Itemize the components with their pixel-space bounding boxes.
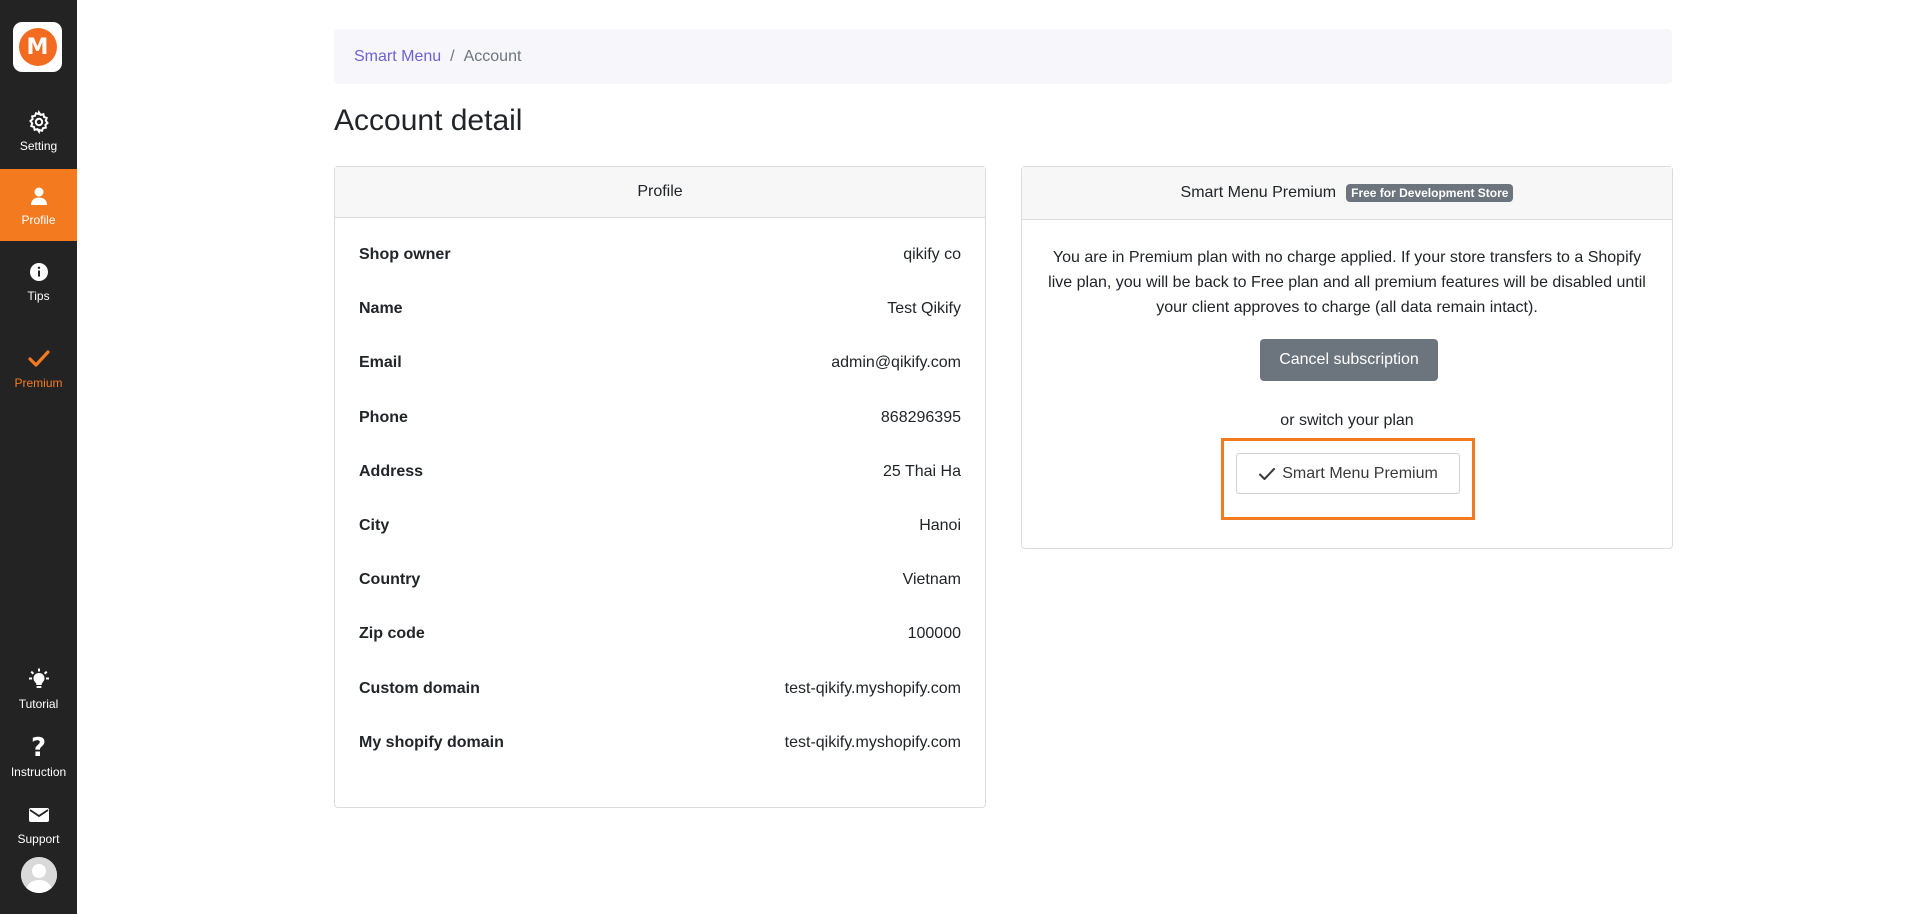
profile-row-name: Name Test Qikify: [359, 282, 961, 336]
sidebar-item-label: Support: [17, 832, 60, 846]
profile-row-zip-code: Zip code 100000: [359, 607, 961, 661]
profile-value: Hanoi: [919, 517, 961, 535]
profile-card-header: Profile: [335, 167, 985, 218]
switch-plan-text: or switch your plan: [1280, 412, 1414, 429]
profile-value: Test Qikify: [887, 300, 961, 318]
profile-label: My shopify domain: [359, 733, 504, 751]
profile-row-shop-owner: Shop owner qikify co: [359, 228, 961, 282]
profile-label: Phone: [359, 408, 408, 426]
profile-value: qikify co: [903, 246, 961, 264]
sidebar-item-label: Tips: [27, 289, 50, 303]
breadcrumb: Smart Menu / Account: [334, 29, 1672, 84]
profile-row-custom-domain: Custom domain test-qikify.myshopify.com: [359, 662, 961, 716]
profile-value: test-qikify.myshopify.com: [784, 679, 961, 697]
profile-row-my-shopify-domain: My shopify domain test-qikify.myshopify.…: [359, 716, 961, 770]
sidebar-item-profile[interactable]: Profile: [0, 169, 77, 241]
page-title: Account detail: [334, 104, 523, 137]
profile-row-country: Country Vietnam: [359, 553, 961, 607]
breadcrumb-separator: /: [450, 47, 455, 65]
gear-icon: [26, 109, 52, 135]
profile-label: Shop owner: [359, 246, 451, 264]
sidebar-item-label: Premium: [14, 376, 63, 390]
profile-value: 100000: [907, 625, 961, 643]
avatar[interactable]: [21, 857, 57, 893]
info-icon: [26, 259, 52, 285]
profile-card: Profile Shop owner qikify co Name Test Q…: [334, 166, 986, 808]
premium-card-title: Smart Menu Premium: [1180, 184, 1337, 201]
check-icon: [26, 346, 52, 372]
profile-row-city: City Hanoi: [359, 499, 961, 553]
profile-value: test-qikify.myshopify.com: [784, 733, 961, 751]
sidebar-item-premium[interactable]: Premium: [0, 345, 77, 391]
sidebar-item-support[interactable]: Support: [0, 797, 77, 851]
profile-row-phone: Phone 868296395: [359, 391, 961, 445]
profile-value: 868296395: [880, 408, 961, 426]
app-logo[interactable]: M: [13, 22, 62, 72]
premium-card: Smart Menu Premium Free for Development …: [1021, 166, 1673, 549]
breadcrumb-link-smart-menu[interactable]: Smart Menu: [354, 48, 441, 66]
sidebar-item-setting[interactable]: Setting: [0, 100, 77, 162]
plan-button-smart-menu-premium[interactable]: Smart Menu Premium: [1236, 453, 1460, 494]
profile-value: admin@qikify.com: [831, 354, 961, 372]
profile-label: Address: [359, 462, 424, 480]
profile-label: Zip code: [359, 625, 425, 643]
sidebar-item-label: Tutorial: [18, 697, 59, 711]
profile-label: City: [359, 517, 390, 535]
sidebar-item-tips[interactable]: Tips: [0, 250, 77, 312]
mail-icon: [26, 802, 52, 828]
profile-row-email: Email admin@qikify.com: [359, 336, 961, 390]
logo-mark: M: [18, 28, 57, 66]
profile-label: Name: [359, 300, 403, 318]
status-badge: Free for Development Store: [1346, 184, 1514, 202]
sidebar-item-instruction[interactable]: ? Instruction: [0, 730, 77, 784]
premium-card-header: Smart Menu Premium Free for Development …: [1022, 167, 1672, 220]
lightbulb-icon: [26, 667, 52, 693]
profile-label: Country: [359, 571, 421, 589]
premium-description: You are in Premium plan with no charge a…: [1048, 249, 1646, 316]
sidebar-item-tutorial[interactable]: Tutorial: [0, 662, 77, 716]
user-icon: [26, 183, 52, 209]
profile-label: Email: [359, 354, 402, 372]
breadcrumb-current: Account: [463, 47, 522, 65]
sidebar-item-label: Setting: [19, 139, 58, 153]
profile-value: 25 Thai Ha: [883, 462, 961, 480]
profile-value: Vietnam: [902, 571, 961, 589]
profile-label: Custom domain: [359, 679, 480, 697]
profile-list: Shop owner qikify co Name Test Qikify Em…: [335, 218, 985, 770]
profile-row-address: Address 25 Thai Ha: [359, 445, 961, 499]
check-icon: [1258, 467, 1276, 481]
question-icon: ?: [30, 733, 47, 763]
cancel-subscription-button[interactable]: Cancel subscription: [1260, 339, 1438, 381]
sidebar: M Setting Profile Tips Premium Tutorial …: [0, 0, 77, 914]
sidebar-item-label: Instruction: [10, 765, 67, 779]
plan-button-label: Smart Menu Premium: [1282, 464, 1438, 482]
sidebar-item-label: Profile: [21, 213, 56, 227]
